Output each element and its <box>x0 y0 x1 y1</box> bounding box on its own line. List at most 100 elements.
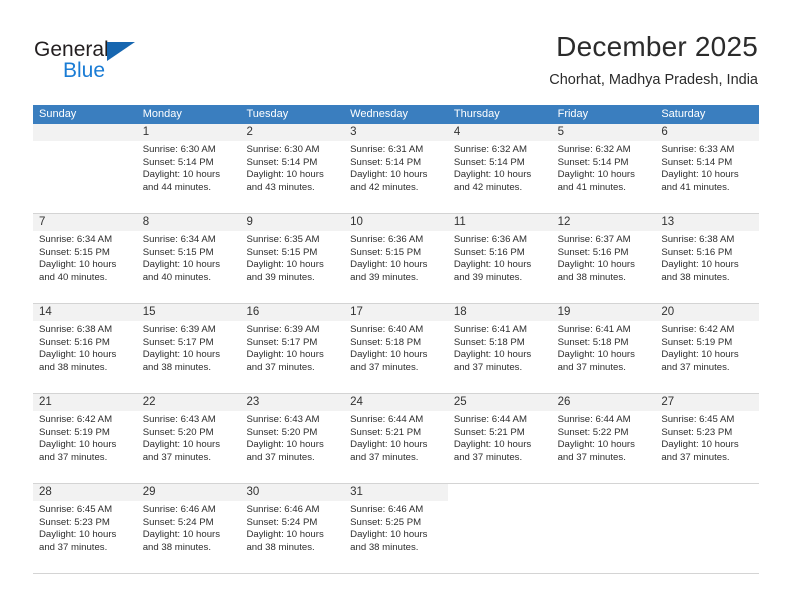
sunrise-text: Sunrise: 6:43 AM <box>142 414 216 425</box>
day-number: 26 <box>551 394 656 411</box>
sunset-text: Sunset: 5:21 PM <box>453 426 525 438</box>
day-details: Sunrise: 6:44 AM Sunset: 5:21 PM Daylight:… <box>448 411 552 464</box>
day-cell[interactable]: 26 Sunrise: 6:44 AM Sunset: 5:22 PM Dayligh… <box>551 394 656 483</box>
weekday-header-saturday: Saturday <box>661 108 706 120</box>
general-blue-logo[interactable]: General Blue <box>34 38 164 86</box>
day-cell[interactable]: 19 Sunrise: 6:41 AM Sunset: 5:18 PM Dayligh… <box>551 304 656 393</box>
day-cell[interactable]: 6 Sunrise: 6:33 AM Sunset: 5:14 PM Daylight… <box>655 124 760 213</box>
day-cell-empty <box>33 124 137 213</box>
daylight-text-cont: and 37 minutes. <box>453 361 523 373</box>
daylight-text-cont: and 37 minutes. <box>350 451 419 463</box>
day-cell[interactable]: 23 Sunrise: 6:43 AM Sunset: 5:20 PM Dayligh… <box>240 394 345 483</box>
sunset-text: Sunset: 5:16 PM <box>557 246 629 258</box>
day-cell[interactable]: 2 Sunrise: 6:30 AM Sunset: 5:14 PM Daylight… <box>240 124 345 213</box>
sunrise-text: Sunrise: 6:30 AM <box>246 144 320 155</box>
sunrise-text: Sunrise: 6:46 AM <box>350 504 424 515</box>
daylight-text-cont: and 43 minutes. <box>246 181 315 193</box>
day-cell[interactable]: 29 Sunrise: 6:46 AM Sunset: 5:24 PM Dayligh… <box>136 484 241 573</box>
sunset-text: Sunset: 5:19 PM <box>39 426 110 438</box>
calendar-week-row: 7 Sunrise: 6:34 AM Sunset: 5:15 PM Daylight… <box>33 214 760 304</box>
day-cell[interactable]: 30 Sunrise: 6:46 AM Sunset: 5:24 PM Dayligh… <box>240 484 345 573</box>
day-details: Sunrise: 6:42 AM Sunset: 5:19 PM Daylight:… <box>655 321 759 374</box>
day-number <box>447 484 552 501</box>
sunrise-text: Sunrise: 6:31 AM <box>350 144 424 155</box>
sunset-text: Sunset: 5:25 PM <box>350 516 422 528</box>
day-cell[interactable]: 5 Sunrise: 6:32 AM Sunset: 5:14 PM Daylight… <box>551 124 656 213</box>
day-cell[interactable]: 7 Sunrise: 6:34 AM Sunset: 5:15 PM Daylight… <box>33 214 137 303</box>
sunset-text: Sunset: 5:15 PM <box>39 246 110 258</box>
day-cell[interactable]: 1 Sunrise: 6:30 AM Sunset: 5:14 PM Daylight… <box>136 124 241 213</box>
day-number: 13 <box>655 214 760 231</box>
daylight-text: Daylight: 10 hours <box>142 349 221 361</box>
daylight-text-cont: and 37 minutes. <box>661 451 730 463</box>
day-number: 18 <box>447 304 552 321</box>
daylight-text-cont: and 38 minutes. <box>350 541 419 553</box>
day-cell[interactable]: 27 Sunrise: 6:45 AM Sunset: 5:23 PM Dayligh… <box>655 394 760 483</box>
day-details: Sunrise: 6:34 AM Sunset: 5:15 PM Daylight:… <box>33 231 137 284</box>
day-cell[interactable]: 3 Sunrise: 6:31 AM Sunset: 5:14 PM Daylight… <box>344 124 448 213</box>
daylight-text-cont: and 40 minutes. <box>142 271 211 283</box>
daylight-text: Daylight: 10 hours <box>246 349 324 361</box>
sunrise-text: Sunrise: 6:37 AM <box>557 234 631 245</box>
day-details: Sunrise: 6:45 AM Sunset: 5:23 PM Daylight:… <box>33 501 137 554</box>
day-cell[interactable]: 14 Sunrise: 6:38 AM Sunset: 5:16 PM Dayligh… <box>33 304 137 393</box>
weekday-header-row: Sunday Monday Tuesday Wednesday Thursday Frid… <box>33 105 759 124</box>
day-cell[interactable]: 28 Sunrise: 6:45 AM Sunset: 5:23 PM Dayligh… <box>33 484 137 573</box>
day-number: 1 <box>136 124 241 141</box>
sunset-text: Sunset: 5:19 PM <box>661 336 733 348</box>
day-cell[interactable]: 25 Sunrise: 6:44 AM Sunset: 5:21 PM Dayligh… <box>447 394 552 483</box>
daylight-text-cont: and 38 minutes. <box>39 361 108 373</box>
day-cell[interactable]: 10 Sunrise: 6:36 AM Sunset: 5:15 PM Dayligh… <box>344 214 448 303</box>
day-number: 19 <box>551 304 656 321</box>
daylight-text: Daylight: 10 hours <box>39 259 117 271</box>
daylight-text-cont: and 37 minutes. <box>246 451 315 463</box>
sunset-text: Sunset: 5:21 PM <box>350 426 422 438</box>
day-cell[interactable]: 12 Sunrise: 6:37 AM Sunset: 5:16 PM Dayligh… <box>551 214 656 303</box>
daylight-text-cont: and 37 minutes. <box>39 451 108 463</box>
day-cell[interactable]: 9 Sunrise: 6:35 AM Sunset: 5:15 PM Daylight… <box>240 214 345 303</box>
daylight-text-cont: and 38 minutes. <box>142 541 211 553</box>
day-details: Sunrise: 6:38 AM Sunset: 5:16 PM Daylight:… <box>655 231 759 284</box>
day-cell[interactable]: 31 Sunrise: 6:46 AM Sunset: 5:25 PM Dayligh… <box>344 484 448 573</box>
day-details: Sunrise: 6:32 AM Sunset: 5:14 PM Daylight:… <box>552 141 656 194</box>
daylight-text-cont: and 37 minutes. <box>39 541 108 553</box>
day-cell[interactable]: 18 Sunrise: 6:41 AM Sunset: 5:18 PM Dayligh… <box>447 304 552 393</box>
daylight-text: Daylight: 10 hours <box>453 439 532 451</box>
day-details: Sunrise: 6:41 AM Sunset: 5:18 PM Daylight:… <box>448 321 552 374</box>
sunrise-text: Sunrise: 6:46 AM <box>246 504 320 515</box>
day-cell[interactable]: 11 Sunrise: 6:36 AM Sunset: 5:16 PM Dayligh… <box>447 214 552 303</box>
day-cell[interactable]: 24 Sunrise: 6:44 AM Sunset: 5:21 PM Dayligh… <box>344 394 448 483</box>
day-cell[interactable]: 8 Sunrise: 6:34 AM Sunset: 5:15 PM Daylight… <box>136 214 241 303</box>
day-cell[interactable]: 13 Sunrise: 6:38 AM Sunset: 5:16 PM Dayligh… <box>655 214 760 303</box>
day-number: 22 <box>136 394 241 411</box>
daylight-text-cont: and 44 minutes. <box>142 181 211 193</box>
day-details: Sunrise: 6:42 AM Sunset: 5:19 PM Daylight:… <box>33 411 137 464</box>
daylight-text-cont: and 37 minutes. <box>557 361 626 373</box>
day-cell[interactable]: 17 Sunrise: 6:40 AM Sunset: 5:18 PM Dayligh… <box>344 304 448 393</box>
day-cell[interactable]: 16 Sunrise: 6:39 AM Sunset: 5:17 PM Dayligh… <box>240 304 345 393</box>
day-number: 9 <box>240 214 345 231</box>
day-number: 11 <box>447 214 552 231</box>
daylight-text: Daylight: 10 hours <box>142 439 221 451</box>
day-cell[interactable]: 15 Sunrise: 6:39 AM Sunset: 5:17 PM Dayligh… <box>136 304 241 393</box>
daylight-text-cont: and 37 minutes. <box>453 451 523 463</box>
day-number: 5 <box>551 124 656 141</box>
daylight-text-cont: and 37 minutes. <box>661 361 730 373</box>
calendar-week-row: 28 Sunrise: 6:45 AM Sunset: 5:23 PM Dayligh… <box>33 484 760 574</box>
calendar-page: General Blue December 2025 Chorhat, Madh… <box>0 0 792 612</box>
weekday-header-sunday: Sunday <box>39 108 77 120</box>
day-number: 30 <box>240 484 345 501</box>
day-cell[interactable]: 20 Sunrise: 6:42 AM Sunset: 5:19 PM Dayligh… <box>655 304 760 393</box>
sunrise-text: Sunrise: 6:46 AM <box>142 504 216 515</box>
day-cell-empty <box>447 484 552 573</box>
sunset-text: Sunset: 5:18 PM <box>453 336 525 348</box>
day-cell[interactable]: 4 Sunrise: 6:32 AM Sunset: 5:14 PM Daylight… <box>447 124 552 213</box>
sunrise-text: Sunrise: 6:30 AM <box>142 144 216 155</box>
sunrise-text: Sunrise: 6:33 AM <box>661 144 735 155</box>
sunrise-text: Sunrise: 6:39 AM <box>142 324 216 335</box>
day-cell[interactable]: 22 Sunrise: 6:43 AM Sunset: 5:20 PM Dayligh… <box>136 394 241 483</box>
day-details: Sunrise: 6:36 AM Sunset: 5:16 PM Daylight:… <box>448 231 552 284</box>
day-cell[interactable]: 21 Sunrise: 6:42 AM Sunset: 5:19 PM Dayligh… <box>33 394 137 483</box>
daylight-text: Daylight: 10 hours <box>246 169 324 181</box>
day-details: Sunrise: 6:43 AM Sunset: 5:20 PM Daylight:… <box>240 411 344 464</box>
